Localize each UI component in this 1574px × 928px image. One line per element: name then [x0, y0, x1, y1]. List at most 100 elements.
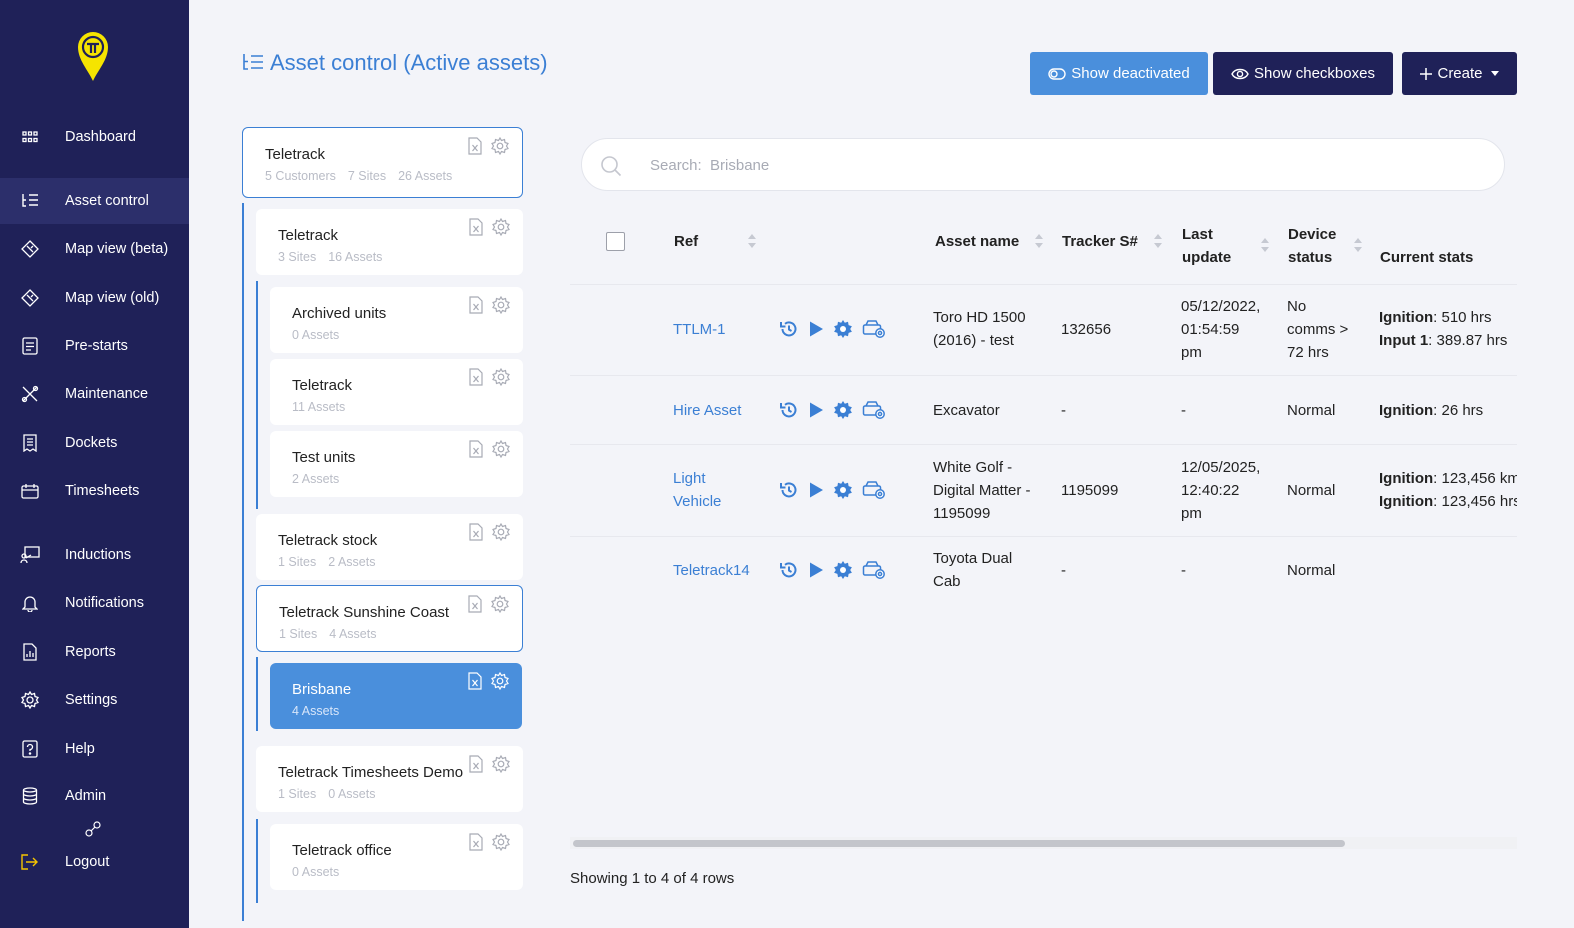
gear-icon[interactable]: [492, 218, 510, 236]
excel-export-icon[interactable]: [468, 595, 482, 613]
asset-ref-link[interactable]: Teletrack14: [673, 559, 750, 582]
search-input[interactable]: [650, 153, 1450, 177]
sidebar-item-logout[interactable]: Logout: [0, 839, 189, 885]
excel-export-icon[interactable]: [469, 755, 483, 773]
excel-export-icon[interactable]: [468, 137, 482, 155]
history-icon[interactable]: [779, 480, 799, 500]
gear-icon[interactable]: [492, 833, 510, 851]
history-icon[interactable]: [779, 400, 799, 420]
vehicle-settings-icon[interactable]: [862, 480, 886, 500]
gear-icon[interactable]: [492, 523, 510, 541]
tree-node[interactable]: Teletrack 5 Customers 7 Sites 26 Assets: [242, 127, 523, 198]
sidebar-item-pre-starts[interactable]: Pre-starts: [0, 323, 189, 369]
tree-connector: [242, 203, 244, 921]
teletrack-logo-icon[interactable]: [76, 30, 110, 82]
asset-name-text: White Golf -: [933, 458, 1013, 476]
tree-node[interactable]: Brisbane 4 Assets: [270, 663, 522, 729]
vehicle-settings-icon[interactable]: [862, 400, 886, 420]
excel-export-icon[interactable]: [469, 523, 483, 541]
excel-export-icon[interactable]: [469, 440, 483, 458]
tree-node[interactable]: Archived units 0 Assets: [270, 287, 523, 353]
excel-export-icon[interactable]: [469, 296, 483, 314]
gear-icon[interactable]: [491, 137, 509, 155]
play-icon[interactable]: [808, 561, 824, 579]
sidebar-item-settings[interactable]: Settings: [0, 677, 189, 723]
tree-node[interactable]: Teletrack stock 1 Sites 2 Assets: [256, 514, 523, 580]
sidebar-item-maintenance[interactable]: Maintenance: [0, 371, 189, 417]
sidebar-item-dockets[interactable]: Dockets: [0, 420, 189, 466]
tree-node[interactable]: Teletrack Sunshine Coast 1 Sites 4 Assets: [256, 585, 523, 652]
plus-icon: [1420, 67, 1433, 80]
stat-key: Ignition: [1379, 309, 1434, 326]
show-deactivated-button[interactable]: Show deactivated: [1030, 52, 1208, 95]
column-header-tracker[interactable]: Tracker S#: [1062, 230, 1138, 253]
search-box[interactable]: [581, 138, 1505, 191]
sidebar-item-inductions[interactable]: Inductions: [0, 532, 189, 578]
gear-icon[interactable]: [833, 480, 853, 500]
excel-export-icon[interactable]: [468, 672, 482, 690]
gear-icon[interactable]: [492, 755, 510, 773]
play-icon[interactable]: [808, 481, 824, 499]
gear-icon[interactable]: [492, 368, 510, 386]
column-header-last-update[interactable]: Last update: [1182, 223, 1231, 269]
asset-ref-link[interactable]: Hire Asset: [673, 399, 741, 422]
sort-icon[interactable]: [1035, 234, 1043, 248]
tracker-cell: -: [1061, 401, 1066, 419]
sidebar-item-reports[interactable]: Reports: [0, 629, 189, 675]
play-icon[interactable]: [808, 401, 824, 419]
stat-key: Ignition: [1379, 401, 1434, 419]
create-dropdown-button[interactable]: Create: [1402, 52, 1517, 95]
asset-name-text: Toro HD 1500: [933, 309, 1026, 326]
scrollbar-thumb[interactable]: [573, 840, 1345, 847]
column-header-asset-name[interactable]: Asset name: [935, 230, 1019, 253]
gear-icon[interactable]: [491, 672, 509, 690]
sidebar-item-timesheets[interactable]: Timesheets: [0, 468, 189, 514]
history-icon[interactable]: [779, 560, 799, 580]
vehicle-settings-icon[interactable]: [862, 560, 886, 580]
show-checkboxes-button[interactable]: Show checkboxes: [1213, 52, 1393, 95]
tree-node-meta-row: 2 Assets: [292, 472, 351, 486]
select-all-checkbox[interactable]: [606, 232, 625, 251]
sort-icon[interactable]: [1354, 238, 1362, 252]
sort-icon[interactable]: [1154, 234, 1162, 248]
asset-ref-text: TTLM-1: [673, 320, 726, 338]
tree-node[interactable]: Teletrack 3 Sites 16 Assets: [256, 209, 523, 275]
column-header-device-status[interactable]: Device status: [1288, 223, 1336, 269]
device-status-cell: Normal: [1287, 479, 1335, 502]
excel-export-icon[interactable]: [469, 368, 483, 386]
sidebar-item-help[interactable]: Help: [0, 726, 189, 772]
excel-export-icon[interactable]: [469, 833, 483, 851]
asset-ref-link[interactable]: TTLM-1: [673, 318, 726, 341]
tree-node-title: Test units: [292, 449, 356, 466]
vehicle-settings-icon[interactable]: [862, 319, 886, 339]
help-icon: [20, 739, 40, 759]
sidebar-item-notifications[interactable]: Notifications: [0, 580, 189, 626]
tree-node[interactable]: Test units 2 Assets: [270, 431, 523, 497]
stat-value: : 123,456 hrs: [1433, 493, 1517, 510]
history-icon[interactable]: [779, 319, 799, 339]
gear-icon[interactable]: [492, 440, 510, 458]
sort-icon[interactable]: [1261, 238, 1269, 252]
column-header-ref[interactable]: Ref: [674, 230, 698, 253]
tree-node-meta-row: 5 Customers 7 Sites 26 Assets: [265, 169, 464, 183]
asset-ref-link[interactable]: Light Vehicle: [673, 467, 721, 513]
impersonate-icon[interactable]: [84, 820, 102, 838]
gear-icon[interactable]: [833, 400, 853, 420]
sidebar-item-asset-control[interactable]: Asset control: [0, 178, 189, 224]
tree-node[interactable]: Teletrack office 0 Assets: [270, 824, 523, 890]
tree-node-title: Teletrack office: [292, 842, 392, 859]
play-icon[interactable]: [808, 320, 824, 338]
gear-icon[interactable]: [491, 595, 509, 613]
sort-icon[interactable]: [748, 234, 756, 248]
tree-node[interactable]: Teletrack 11 Assets: [270, 359, 523, 425]
gear-icon[interactable]: [833, 319, 853, 339]
gear-icon[interactable]: [833, 560, 853, 580]
excel-export-icon[interactable]: [469, 218, 483, 236]
sidebar-item-admin[interactable]: Admin: [0, 773, 189, 819]
last-update-cell: 12/05/2025, 12:40:22 pm: [1181, 456, 1260, 525]
sidebar-item-map-view-beta[interactable]: Map view (beta): [0, 226, 189, 272]
tree-node[interactable]: Teletrack Timesheets Demo 1 Sites 0 Asset…: [256, 746, 523, 812]
gear-icon[interactable]: [492, 296, 510, 314]
sidebar-item-dashboard[interactable]: Dashboard: [0, 114, 189, 160]
sidebar-item-map-view-old[interactable]: Map view (old): [0, 275, 189, 321]
